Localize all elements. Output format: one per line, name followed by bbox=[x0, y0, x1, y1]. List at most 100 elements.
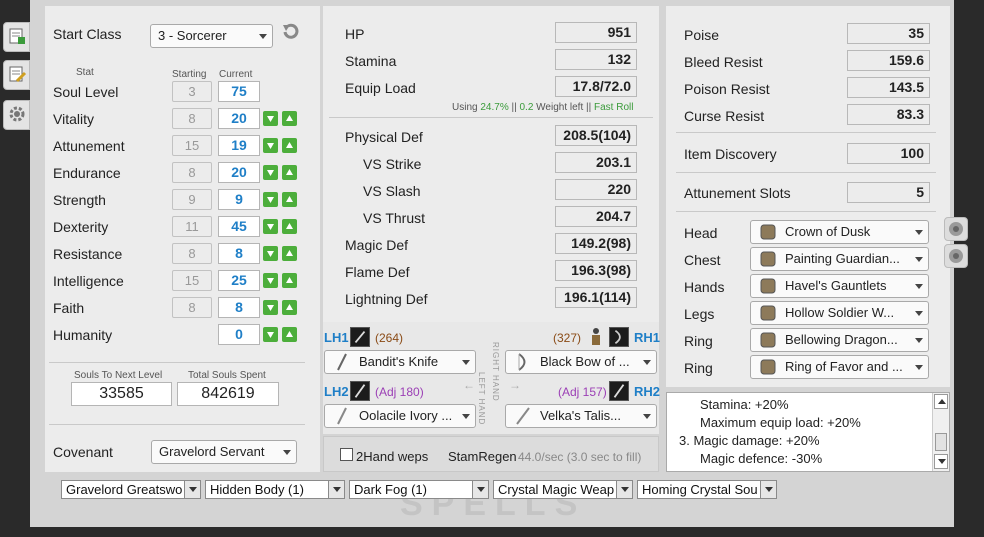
increase-arrow-icon[interactable] bbox=[282, 165, 297, 180]
stat-current-input[interactable]: 9 bbox=[218, 189, 260, 210]
weapons-panel: LH1 (264) (327) RH1 Bandit's Knife Black… bbox=[323, 322, 660, 434]
souls-next-value: 33585 bbox=[71, 382, 172, 406]
rh2-weapon-select[interactable]: Velka's Talis... bbox=[505, 404, 657, 428]
increase-arrow-icon[interactable] bbox=[282, 111, 297, 126]
stat-label: Resistance bbox=[53, 246, 123, 262]
equip-select[interactable]: Bellowing Dragon... bbox=[750, 328, 929, 352]
equip-select[interactable]: Crown of Dusk bbox=[750, 220, 929, 244]
undo-arrow-icon[interactable] bbox=[280, 22, 300, 45]
decrease-arrow-icon[interactable] bbox=[263, 273, 278, 288]
equip-set-icon-2[interactable] bbox=[944, 244, 968, 268]
attune-slots-label: Attunement Slots bbox=[684, 185, 791, 201]
equip-set-icon-1[interactable] bbox=[944, 217, 968, 241]
derived-panel: HP 951 Stamina 132 Equip Load 17.8/72.0 … bbox=[323, 6, 659, 322]
defense-label: VS Strike bbox=[363, 156, 422, 172]
crown-icon bbox=[760, 224, 776, 240]
hp-label: HP bbox=[345, 26, 365, 42]
lh2-weapon-select[interactable]: Oolacile Ivory ... bbox=[324, 404, 476, 428]
stat-current-input[interactable]: 19 bbox=[218, 135, 260, 156]
defense-value: 208.5(104) bbox=[555, 125, 637, 146]
scroll-up-icon[interactable] bbox=[934, 394, 948, 409]
stat-label: Vitality bbox=[53, 111, 94, 127]
rh1-num: (327) bbox=[553, 331, 582, 345]
defense-value: 220 bbox=[555, 179, 637, 200]
souls-total-value: 842619 bbox=[177, 382, 279, 406]
stat-label: Humanity bbox=[53, 327, 113, 343]
stat-current-input[interactable]: 20 bbox=[218, 108, 260, 129]
decrease-arrow-icon[interactable] bbox=[263, 192, 278, 207]
increase-arrow-icon[interactable] bbox=[282, 327, 297, 342]
start-class-select[interactable]: 3 - Sorcerer bbox=[150, 24, 273, 48]
stat-current-input[interactable]: 20 bbox=[218, 162, 260, 183]
equip-select[interactable]: Hollow Soldier W... bbox=[750, 301, 929, 325]
stat-current-input[interactable]: 8 bbox=[218, 297, 260, 318]
start-class-value: 3 - Sorcerer bbox=[158, 28, 227, 43]
stat-label: Soul Level bbox=[53, 84, 119, 100]
stat-current-input[interactable]: 75 bbox=[218, 81, 260, 102]
stat-current-input[interactable]: 0 bbox=[218, 324, 260, 345]
increase-arrow-icon[interactable] bbox=[282, 300, 297, 315]
equip-select[interactable]: Painting Guardian... bbox=[750, 247, 929, 271]
decrease-arrow-icon[interactable] bbox=[263, 111, 278, 126]
stat-current-input[interactable]: 8 bbox=[218, 243, 260, 264]
souls-total-label: Total Souls Spent bbox=[188, 370, 266, 381]
gauntlets-icon bbox=[760, 278, 776, 294]
stat-starting-value: 15 bbox=[172, 270, 212, 291]
stat-current-input[interactable]: 25 bbox=[218, 270, 260, 291]
equip-slot-label: Legs bbox=[684, 306, 715, 322]
equip-slot-label: Ring bbox=[684, 360, 713, 376]
spell-slot-2[interactable]: Hidden Body (1) bbox=[205, 480, 345, 499]
ring-effects-notes[interactable]: Stamina: +20% Maximum equip load: +20% 3… bbox=[666, 392, 950, 472]
tab-settings[interactable] bbox=[3, 100, 30, 130]
decrease-arrow-icon[interactable] bbox=[263, 246, 278, 261]
gear-icon bbox=[7, 104, 27, 127]
stat-starting-value: 11 bbox=[172, 216, 212, 237]
equip-usage-line: Using 24.7% || 0.2 Weight left || Fast R… bbox=[452, 102, 634, 113]
stamina-value: 132 bbox=[555, 49, 637, 70]
defense-label: Lightning Def bbox=[345, 291, 428, 307]
defense-label: Physical Def bbox=[345, 129, 423, 145]
defense-label: Magic Def bbox=[345, 237, 409, 253]
equip-slot-label: Hands bbox=[684, 279, 725, 295]
stat-current-input[interactable]: 45 bbox=[218, 216, 260, 237]
scroll-down-icon[interactable] bbox=[934, 454, 948, 469]
decrease-arrow-icon[interactable] bbox=[263, 138, 278, 153]
increase-arrow-icon[interactable] bbox=[282, 273, 297, 288]
spell-slot-1[interactable]: Gravelord Greatswo bbox=[61, 480, 201, 499]
stat-starting-value: 8 bbox=[172, 297, 212, 318]
stat-label: Faith bbox=[53, 300, 85, 316]
resist-value: 35 bbox=[847, 23, 930, 44]
decrease-arrow-icon[interactable] bbox=[263, 300, 278, 315]
lh1-weapon-select[interactable]: Bandit's Knife bbox=[324, 350, 476, 374]
tab-character-sheet[interactable] bbox=[3, 22, 30, 52]
options-bar: 2Hand weps StamRegen 44.0/sec (3.0 sec t… bbox=[323, 436, 659, 472]
spell-slot-3[interactable]: Dark Fog (1) bbox=[349, 480, 489, 499]
resist-label: Poison Resist bbox=[684, 81, 770, 97]
decrease-arrow-icon[interactable] bbox=[263, 165, 278, 180]
rh1-weapon-select[interactable]: Black Bow of ... bbox=[505, 350, 657, 374]
defense-label: VS Thrust bbox=[363, 210, 425, 226]
two-hand-checkbox[interactable] bbox=[340, 448, 353, 461]
scroll-thumb[interactable] bbox=[935, 433, 947, 451]
increase-arrow-icon[interactable] bbox=[282, 246, 297, 261]
item-discovery-value: 100 bbox=[847, 143, 930, 164]
equip-select[interactable]: Ring of Favor and ... bbox=[750, 355, 929, 379]
tab-notes[interactable] bbox=[3, 60, 30, 90]
stat-label: Intelligence bbox=[53, 273, 124, 289]
left-hand-text: LEFT HAND bbox=[477, 372, 486, 426]
increase-arrow-icon[interactable] bbox=[282, 219, 297, 234]
decrease-arrow-icon[interactable] bbox=[263, 327, 278, 342]
notes-line: 3. Magic damage: +20% bbox=[679, 433, 820, 448]
swap-right-arrow: → bbox=[509, 378, 521, 392]
increase-arrow-icon[interactable] bbox=[282, 138, 297, 153]
increase-arrow-icon[interactable] bbox=[282, 192, 297, 207]
covenant-select[interactable]: Gravelord Servant bbox=[151, 440, 297, 464]
stat-starting-value: 15 bbox=[172, 135, 212, 156]
lh2-adj: (Adj 180) bbox=[375, 385, 424, 399]
spell-slot-5[interactable]: Homing Crystal Sou bbox=[637, 480, 777, 499]
spell-slot-4[interactable]: Crystal Magic Weap bbox=[493, 480, 633, 499]
notes-scrollbar[interactable] bbox=[932, 393, 949, 471]
decrease-arrow-icon[interactable] bbox=[263, 219, 278, 234]
resist-panel: Poise 35 Bleed Resist 159.6 Poison Resist 143… bbox=[666, 6, 950, 387]
equip-select[interactable]: Havel's Gauntlets bbox=[750, 274, 929, 298]
